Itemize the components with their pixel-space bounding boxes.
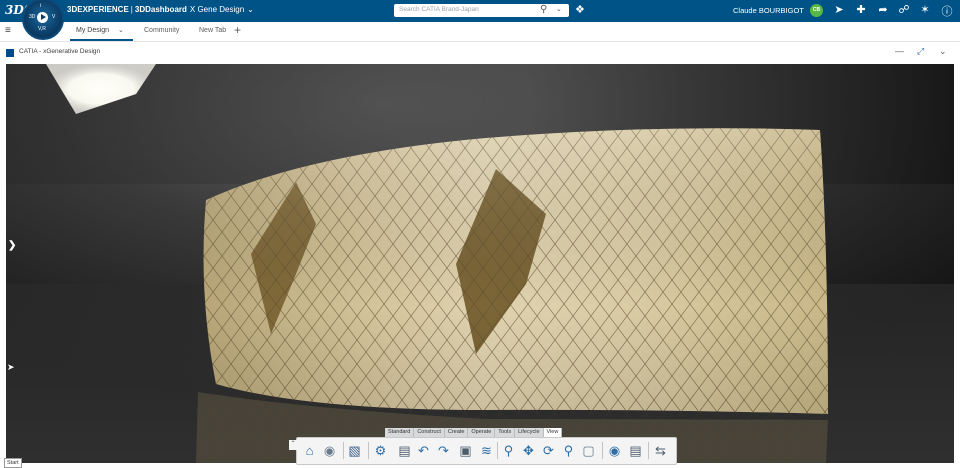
3d-scene[interactable] — [6, 64, 954, 463]
toolbar-separator — [497, 442, 498, 459]
home-icon[interactable]: ⌂ — [301, 442, 318, 459]
play-icon[interactable] — [37, 12, 48, 23]
network-icon[interactable]: ☍ — [897, 3, 911, 16]
top-bar: 3DS i 3D V V,R 3DEXPERIENCE | 3DDashboard X… — [0, 0, 960, 40]
notifications-icon[interactable]: ➤ — [832, 3, 846, 16]
rss-icon[interactable]: ≋ — [478, 442, 495, 459]
tag-icon[interactable]: ❖ — [575, 3, 585, 16]
search-dropdown-icon[interactable]: ⌄ — [556, 5, 562, 13]
chevron-down-icon[interactable]: ⌄ — [118, 26, 124, 34]
apps-icon[interactable]: ✶ — [918, 3, 932, 16]
compass-quadrant-east[interactable]: V — [52, 14, 55, 20]
maximize-icon[interactable]: ⤢ — [917, 46, 924, 57]
toolbar-separator — [368, 442, 369, 459]
sync-icon[interactable]: ⇆ — [652, 442, 669, 459]
collapse-toolbar-icon[interactable]: ⌃ — [289, 440, 297, 450]
user-name[interactable]: Claude BOURBIGOT — [733, 6, 804, 15]
zoom-area-icon[interactable]: ⚲ — [560, 442, 577, 459]
tabs-bar: ≡ My Design ⌄ Community New Tab + — [0, 22, 960, 42]
action-tab-operate[interactable]: Operate — [468, 428, 496, 437]
help-icon[interactable]: ⓘ — [940, 3, 954, 19]
expand-panel-icon[interactable]: ❯ — [8, 240, 16, 251]
properties-icon[interactable]: ▤ — [396, 442, 413, 459]
app-title[interactable]: 3DEXPERIENCE | 3DDashboard X Gene Design ⌄ — [67, 5, 254, 14]
brand-name: 3DEXPERIENCE — [67, 5, 129, 14]
fit-all-icon[interactable]: ▣ — [457, 442, 474, 459]
action-tab-tools[interactable]: Tools — [495, 428, 516, 437]
view-cube-icon[interactable]: ▢ — [580, 442, 597, 459]
share-icon[interactable]: ➦ — [876, 3, 890, 16]
pan-icon[interactable]: ✥ — [520, 442, 537, 459]
chevron-down-icon[interactable]: ⌄ — [247, 5, 254, 14]
zoom-icon[interactable]: ⚲ — [500, 442, 517, 459]
title-separator: | — [130, 5, 133, 14]
capture-icon[interactable]: ▤ — [627, 442, 644, 459]
toolbar-separator — [648, 442, 649, 459]
sidebar-toggle-icon[interactable]: ≡ — [5, 25, 11, 36]
undo-icon[interactable]: ↶ — [415, 442, 432, 459]
compass-quadrant-south[interactable]: V,R — [38, 26, 46, 32]
dashboard-name: X Gene Design — [189, 5, 245, 14]
catia-app-icon — [6, 49, 14, 57]
action-tab-lifecycle[interactable]: Lifecycle — [515, 428, 544, 437]
product-icon[interactable]: ◉ — [321, 442, 338, 459]
settings-gear-icon[interactable]: ⚙ — [372, 442, 389, 459]
redo-icon[interactable]: ↷ — [435, 442, 452, 459]
search-box[interactable]: Search CATIA Brand-Japan ⚲ ⌄ — [394, 4, 569, 17]
rotate-icon[interactable]: ⟳ — [540, 442, 557, 459]
render-icon[interactable]: ◉ — [606, 442, 623, 459]
start-tooltip: Start — [4, 458, 22, 468]
3d-viewport[interactable]: ❯ — [6, 64, 954, 463]
save-icon[interactable]: ▧ — [346, 442, 363, 459]
avatar[interactable]: CB — [810, 4, 823, 17]
chevron-down-icon[interactable]: ⌄ — [939, 46, 947, 57]
compass-quadrant-west[interactable]: 3D — [29, 14, 35, 20]
tab-new-tab[interactable]: New Tab — [199, 27, 226, 34]
action-bar-toolbar: ⌃ ⌂ ◉ ▧ ⚙ ▤ ↶ ↷ ▣ ≋ ⚲ ✥ ⟳ ⚲ ▢ ◉ ▤ ⇆ — [289, 437, 677, 465]
search-input[interactable]: Search CATIA Brand-Japan — [399, 6, 479, 13]
action-tab-standard[interactable]: Standard — [385, 428, 415, 437]
mouse-pointer-icon: ➤ — [7, 362, 15, 372]
action-tab-view[interactable]: View — [543, 428, 563, 437]
add-icon[interactable]: ✚ — [854, 3, 868, 16]
widget-title: CATIA - xGenerative Design — [19, 48, 101, 55]
tab-community[interactable]: Community — [144, 27, 179, 34]
active-tab-indicator — [70, 39, 133, 41]
toolbar-separator — [602, 442, 603, 459]
action-bar-tabs: Standard Construct Create Operate Tools … — [385, 428, 563, 437]
app-name: 3DDashboard — [134, 5, 187, 14]
add-tab-icon[interactable]: + — [234, 23, 241, 37]
minimize-icon[interactable]: — — [895, 46, 904, 56]
toolbar-separator — [343, 442, 344, 459]
action-tab-create[interactable]: Create — [444, 428, 469, 437]
compass-widget[interactable]: i 3D V V,R — [22, 0, 64, 40]
tab-my-design[interactable]: My Design — [76, 27, 109, 34]
search-icon[interactable]: ⚲ — [540, 4, 547, 15]
action-tab-construct[interactable]: Construct — [414, 428, 445, 437]
compass-quadrant-north[interactable]: i — [40, 3, 41, 9]
widget-header: CATIA - xGenerative Design — ⤢ ⌄ — [0, 42, 960, 64]
